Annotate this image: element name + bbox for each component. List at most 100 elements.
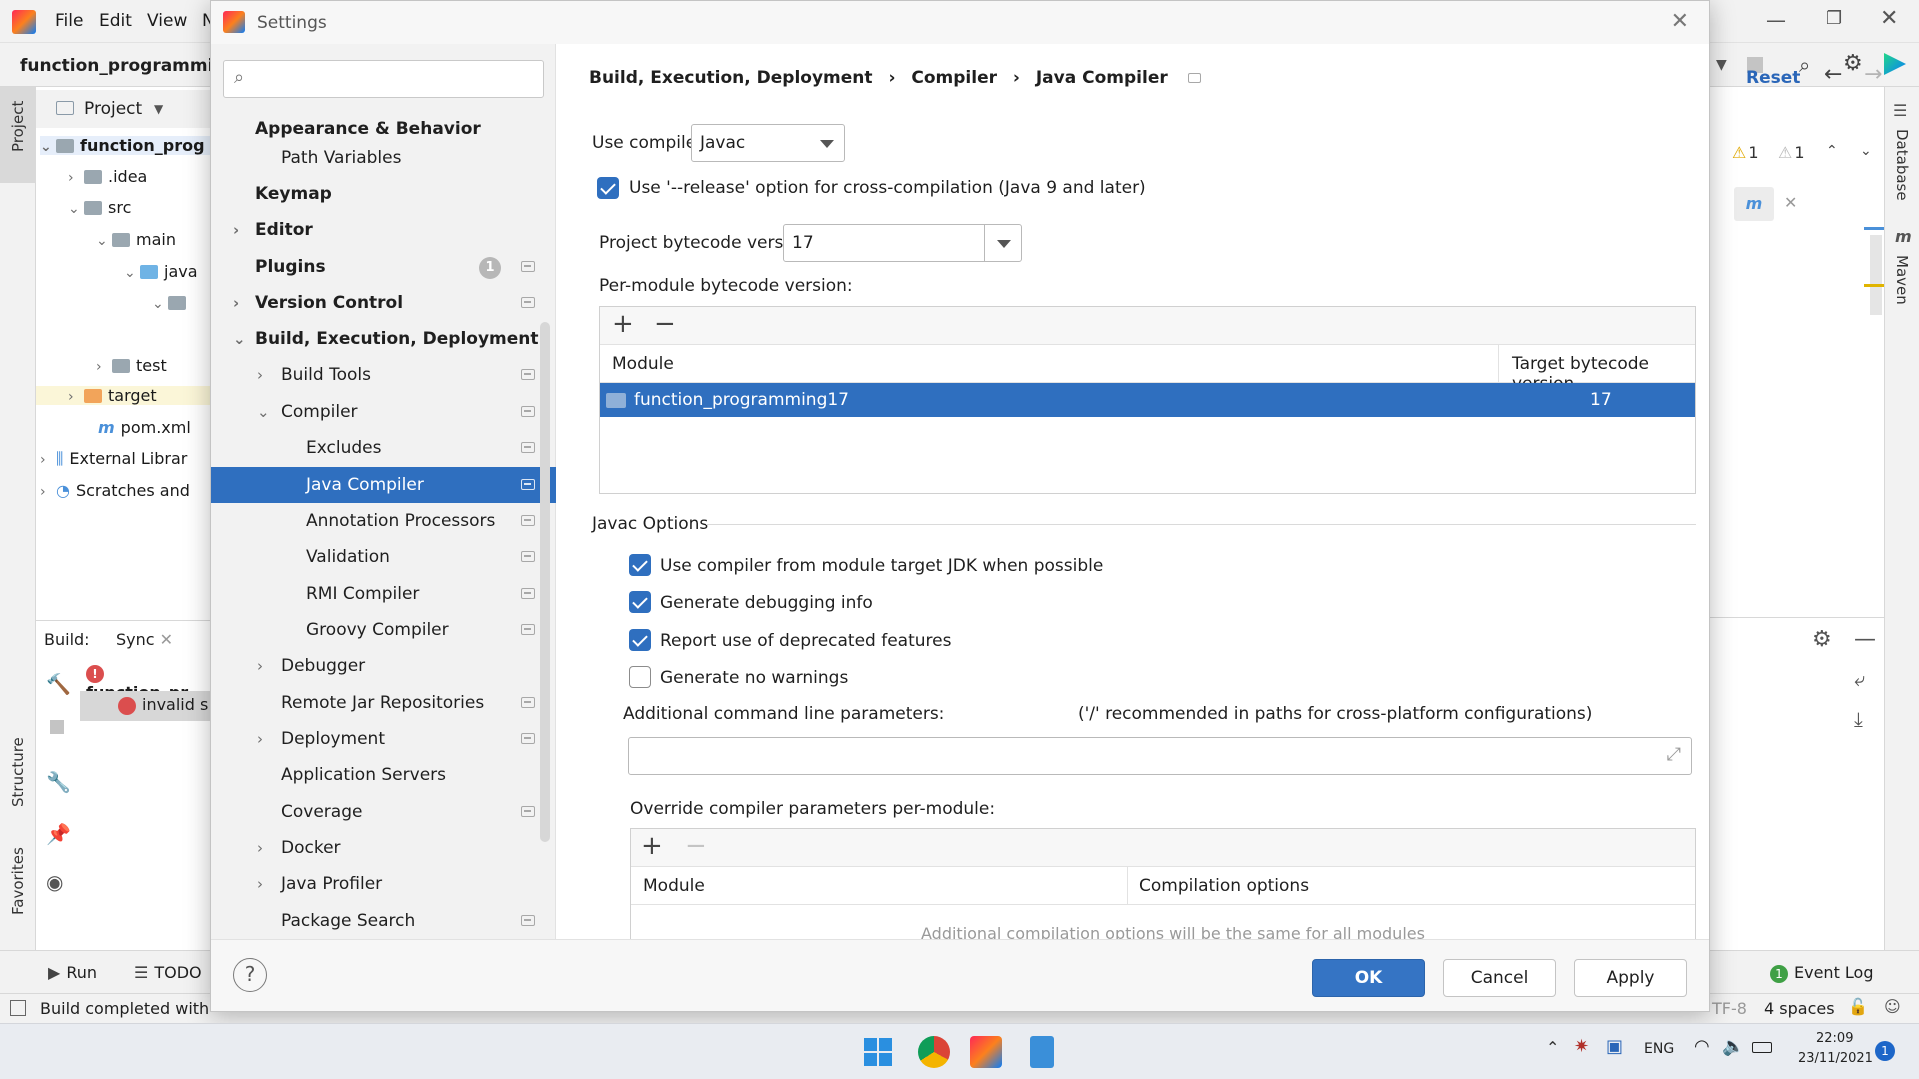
window-close-icon[interactable]: ✕ (1880, 6, 1898, 31)
add-icon[interactable]: + (641, 831, 663, 861)
nav-coverage[interactable]: Coverage (211, 794, 556, 830)
notepad-icon[interactable] (1030, 1036, 1054, 1068)
tree-item[interactable]: ⌄ (152, 293, 192, 312)
deprecated-features-checkbox[interactable] (629, 629, 651, 651)
column-header-module[interactable]: Module (612, 354, 674, 374)
chevron-down-icon[interactable]: ▼ (154, 102, 163, 116)
hammer-icon[interactable]: 🔨 (46, 672, 71, 696)
nav-editor[interactable]: › Editor (211, 212, 556, 248)
tree-item[interactable]: ⌄ main (96, 230, 176, 249)
tree-item[interactable]: ⌄ function_prog (40, 136, 210, 155)
debug-info-checkbox[interactable] (629, 591, 651, 613)
run-tab[interactable]: ▶ Run (48, 963, 97, 982)
nav-plugins[interactable]: Plugins 1 (211, 249, 556, 285)
nav-docker[interactable]: › Docker (211, 830, 556, 866)
nav-application-servers[interactable]: Application Servers (211, 757, 556, 793)
menu-view[interactable]: View (147, 11, 187, 31)
app-tray-icon[interactable]: ▣ (1606, 1036, 1623, 1057)
tree-item[interactable]: ⌄ java (124, 262, 198, 281)
toolbox-icon[interactable] (1884, 53, 1906, 75)
nav-annotation-processors[interactable]: Annotation Processors (211, 503, 556, 539)
ok-button[interactable]: OK (1312, 959, 1425, 997)
restore-icon[interactable]: ❐ (1826, 8, 1842, 29)
use-module-jdk-label[interactable]: Use compiler from module target JDK when… (660, 556, 1103, 576)
tree-item[interactable]: › test (96, 356, 167, 375)
intellij-taskbar-icon[interactable] (970, 1036, 1002, 1068)
favorites-tool-label[interactable]: Favorites (9, 847, 27, 915)
weak-warning-icon[interactable]: ⚠ 1 (1778, 143, 1805, 162)
deprecated-features-label[interactable]: Report use of deprecated features (660, 631, 951, 651)
close-icon[interactable]: ✕ (1784, 193, 1797, 212)
nav-validation[interactable]: Validation (211, 539, 556, 575)
minimize-icon[interactable]: — (1766, 8, 1786, 32)
cancel-button[interactable]: Cancel (1443, 959, 1556, 997)
column-header-compilation-options[interactable]: Compilation options (1139, 876, 1309, 896)
status-message[interactable]: Build completed with (40, 999, 209, 1018)
nav-build-tools[interactable]: › Build Tools (211, 357, 556, 393)
forward-arrow-icon[interactable]: → (1864, 62, 1882, 87)
editor-scrollbar[interactable] (1870, 235, 1882, 315)
use-module-jdk-checkbox[interactable] (629, 554, 651, 576)
menu-file[interactable]: File (55, 11, 83, 31)
structure-tool-label[interactable]: Structure (9, 737, 27, 807)
clock-time[interactable]: 22:09 (1816, 1031, 1853, 1046)
todo-tab[interactable]: ☰ TODO (134, 963, 202, 982)
release-option-checkbox[interactable] (597, 177, 619, 199)
maven-icon[interactable]: m (1895, 227, 1912, 246)
dropdown-chevron-icon[interactable]: ▼ (1716, 57, 1727, 73)
back-arrow-icon[interactable]: ← (1824, 62, 1842, 87)
nav-build-execution-deployment[interactable]: ⌄ Build, Execution, Deployment (211, 321, 556, 357)
next-highlight-icon[interactable]: ⌄ (1860, 143, 1872, 159)
close-icon[interactable]: ✕ (1671, 9, 1689, 34)
settings-search-input[interactable] (262, 67, 532, 91)
column-header-module[interactable]: Module (643, 876, 705, 896)
sync-tab[interactable]: Sync ✕ (116, 630, 173, 649)
nav-remote-jar-repositories[interactable]: Remote Jar Repositories (211, 685, 556, 721)
nav-version-control[interactable]: › Version Control (211, 285, 556, 321)
release-option-label[interactable]: Use '--release' option for cross-compila… (629, 178, 1146, 198)
add-icon[interactable]: + (612, 309, 634, 339)
nav-deployment[interactable]: › Deployment (211, 721, 556, 757)
tree-item[interactable]: › ◔ Scratches and (40, 481, 190, 500)
tree-item[interactable]: m pom.xml (98, 418, 191, 437)
use-compiler-select[interactable]: Javac (691, 124, 845, 162)
additional-params-input[interactable]: ⤢ (628, 737, 1692, 775)
start-windows-icon[interactable] (864, 1038, 892, 1066)
scroll-to-end-icon[interactable]: ⤓ (1854, 707, 1863, 731)
clock-date[interactable]: 23/11/2021 (1798, 1051, 1873, 1066)
show-hidden-icons-icon[interactable]: ⌃ (1546, 1038, 1559, 1057)
lock-icon[interactable]: 🔓 (1848, 997, 1868, 1016)
nav-java-compiler[interactable]: Java Compiler (211, 467, 556, 503)
no-warnings-label[interactable]: Generate no warnings (660, 668, 848, 688)
no-warnings-checkbox[interactable] (629, 666, 651, 688)
close-tab-icon[interactable]: ✕ (160, 630, 173, 649)
indent-label[interactable]: 4 spaces (1764, 999, 1835, 1018)
tree-item[interactable]: › ⫼ External Librar (40, 449, 187, 469)
settings-search-field[interactable]: ⌕ (223, 60, 544, 98)
table-row[interactable]: function_programming17 17 (600, 383, 1695, 417)
event-log-tab[interactable]: 1 Event Log (1770, 963, 1874, 983)
remove-icon[interactable]: − (654, 309, 676, 339)
nav-keymap[interactable]: Keymap (211, 176, 556, 212)
settings-gear-icon[interactable]: ⚙ (1843, 51, 1863, 76)
project-tool-label[interactable]: Project (9, 101, 27, 152)
warning-icon[interactable]: ⚠ 1 (1732, 143, 1759, 162)
expand-icon[interactable]: ⤢ (1667, 744, 1681, 765)
battery-icon[interactable] (1752, 1042, 1772, 1053)
reset-link[interactable]: Reset (1746, 68, 1800, 88)
menu-edit[interactable]: Edit (99, 11, 132, 31)
eye-icon[interactable]: ◉ (46, 870, 63, 894)
nav-excludes[interactable]: Excludes (211, 430, 556, 466)
settings-gear-icon[interactable]: ⚙ (1812, 627, 1832, 652)
maven-tool-label[interactable]: Maven (1893, 255, 1911, 305)
encoding-label[interactable]: TF-8 (1712, 999, 1747, 1018)
nav-groovy-compiler[interactable]: Groovy Compiler (211, 612, 556, 648)
nav-rmi-compiler[interactable]: RMI Compiler (211, 576, 556, 612)
pin-icon[interactable]: 📌 (46, 822, 71, 846)
inspector-icon[interactable]: ☺ (1884, 997, 1901, 1016)
nav-path-variables[interactable]: Path Variables (211, 140, 556, 176)
chrome-icon[interactable] (918, 1036, 950, 1068)
nav-debugger[interactable]: › Debugger (211, 648, 556, 684)
status-toggle-icon[interactable] (10, 1000, 26, 1016)
nav-compiler[interactable]: ⌄ Compiler (211, 394, 556, 430)
